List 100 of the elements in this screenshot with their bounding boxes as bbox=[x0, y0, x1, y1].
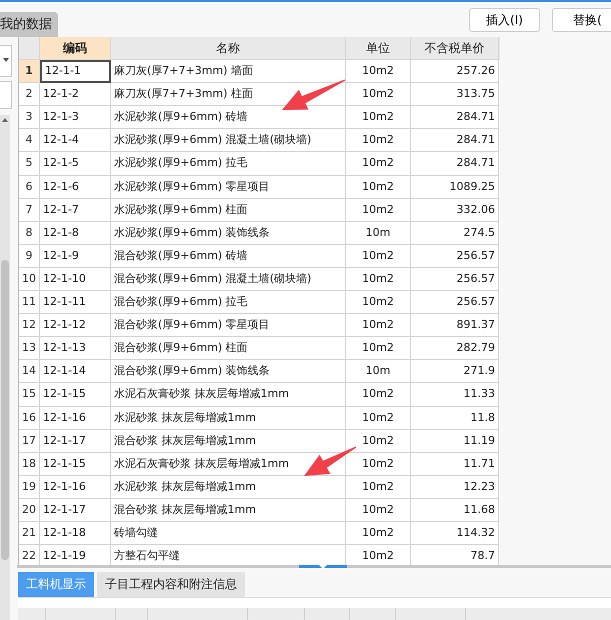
annotation-arrow bbox=[282, 80, 346, 110]
table-cell: 麻刀灰(厚7+7+3mm) 墙面 bbox=[111, 60, 346, 84]
table-cell: 10m bbox=[346, 360, 411, 384]
row-number: 9 bbox=[19, 244, 40, 268]
table-cell: 12-1-3 bbox=[40, 106, 111, 130]
table-cell: 256.57 bbox=[411, 291, 499, 314]
annotation-arrow bbox=[304, 446, 356, 476]
collapse-handle[interactable] bbox=[299, 565, 347, 568]
tab[interactable]: 子目工程内容和附注信息 bbox=[97, 572, 245, 597]
input-field[interactable] bbox=[0, 81, 12, 109]
row-number: 13 bbox=[19, 337, 40, 360]
table-cell: 10m2 bbox=[346, 176, 411, 199]
table-cell: 10m2 bbox=[346, 60, 411, 84]
table-cell: 10m2 bbox=[346, 498, 411, 522]
row-number: 10 bbox=[19, 268, 40, 292]
column-header[interactable]: 名称 bbox=[111, 37, 346, 60]
table-cell: 水泥砂浆(厚9+6mm) 装饰线条 bbox=[111, 222, 346, 245]
table-cell: 水泥砂浆(厚9+6mm) 零星项目 bbox=[111, 176, 346, 199]
table-cell: 284.71 bbox=[411, 106, 499, 130]
column-header[interactable]: 不含税单价 bbox=[411, 37, 499, 60]
table-cell: 10m bbox=[346, 222, 411, 245]
row-number: 20 bbox=[19, 498, 40, 522]
table-cell: 混合砂浆(厚9+6mm) 砖墙 bbox=[111, 244, 346, 268]
tab[interactable]: 我的数据 bbox=[0, 12, 58, 37]
column-header[interactable]: 单位 bbox=[346, 37, 411, 60]
row-number: 3 bbox=[19, 106, 40, 130]
table-cell: 12-1-16 bbox=[40, 406, 111, 430]
column-header[interactable]: 编码 bbox=[40, 37, 111, 60]
table-cell: 12-1-18 bbox=[40, 522, 111, 546]
table-cell: 12-1-17 bbox=[40, 498, 111, 522]
row-number: 8 bbox=[19, 222, 40, 245]
row-number: 14 bbox=[19, 360, 40, 384]
row-number: 4 bbox=[19, 129, 40, 152]
table-cell: 257.26 bbox=[411, 60, 499, 84]
table-cell: 12-1-1 bbox=[40, 60, 111, 84]
table-cell: 12-1-12 bbox=[40, 314, 111, 338]
table-cell: 114.32 bbox=[411, 522, 499, 546]
table-cell: 混合砂浆 抹灰层每增减1mm bbox=[111, 498, 346, 522]
row-number: 2 bbox=[19, 83, 40, 106]
table-cell: 256.57 bbox=[411, 244, 499, 268]
table-cell: 271.9 bbox=[411, 360, 499, 384]
table-cell: 12-1-2 bbox=[40, 83, 111, 106]
table-cell: 10m2 bbox=[346, 106, 411, 130]
table-cell: 水泥砂浆(厚9+6mm) 柱面 bbox=[111, 198, 346, 222]
row-number: 15 bbox=[19, 383, 40, 406]
table-cell: 12-1-14 bbox=[40, 360, 111, 384]
table-cell: 水泥石灰膏砂浆 抹灰层每增减1mm bbox=[111, 383, 346, 406]
scrollbar[interactable] bbox=[0, 115, 10, 620]
table-cell: 891.37 bbox=[411, 314, 499, 338]
table-cell: 水泥砂浆(厚9+6mm) 拉毛 bbox=[111, 152, 346, 176]
row-number: 19 bbox=[19, 476, 40, 499]
table-cell: 11.8 bbox=[411, 406, 499, 430]
table-cell: 混合砂浆(厚9+6mm) 拉毛 bbox=[111, 291, 346, 314]
table-cell: 10m2 bbox=[346, 406, 411, 430]
table-cell: 水泥砂浆 抹灰层每增减1mm bbox=[111, 476, 346, 499]
row-number: 17 bbox=[19, 430, 40, 453]
table-cell: 12-1-4 bbox=[40, 129, 111, 152]
toolbar-button[interactable]: 插入(I) bbox=[469, 8, 540, 32]
table-cell: 砖墙勾缝 bbox=[111, 522, 346, 546]
table-cell: 12-1-9 bbox=[40, 244, 111, 268]
table-cell: 1089.25 bbox=[411, 176, 499, 199]
row-number: 21 bbox=[19, 522, 40, 546]
table-cell: 混合砂浆 抹灰层每增减1mm bbox=[111, 430, 346, 453]
row-number: 18 bbox=[19, 452, 40, 476]
row-number: 11 bbox=[19, 291, 40, 314]
table-cell: 10m2 bbox=[346, 291, 411, 314]
table-cell: 12-1-16 bbox=[40, 476, 111, 499]
table-cell: 12-1-8 bbox=[40, 222, 111, 245]
table-cell: 11.19 bbox=[411, 430, 499, 453]
table-cell: 10m2 bbox=[346, 314, 411, 338]
row-number: 6 bbox=[19, 176, 40, 199]
table-cell: 12-1-10 bbox=[40, 268, 111, 292]
table-cell: 10m2 bbox=[346, 337, 411, 360]
table-cell: 12-1-6 bbox=[40, 176, 111, 199]
table-cell: 12-1-17 bbox=[40, 430, 111, 453]
table-cell: 274.5 bbox=[411, 222, 499, 245]
table-cell: 10m2 bbox=[346, 83, 411, 106]
table-cell: 284.71 bbox=[411, 129, 499, 152]
row-number: 12 bbox=[19, 314, 40, 338]
table-cell: 混合砂浆(厚9+6mm) 混凝土墙(砌块墙) bbox=[111, 268, 346, 292]
table-cell: 12-1-13 bbox=[40, 337, 111, 360]
table-cell: 11.68 bbox=[411, 498, 499, 522]
scroll-up-icon[interactable] bbox=[2, 118, 8, 122]
table-cell: 12-1-15 bbox=[40, 383, 111, 406]
row-number: 5 bbox=[19, 152, 40, 176]
toolbar-button[interactable]: 替换( bbox=[552, 8, 611, 32]
caret-icon bbox=[3, 58, 9, 62]
table-cell: 10m2 bbox=[346, 476, 411, 499]
table-cell: 284.71 bbox=[411, 152, 499, 176]
table-cell: 332.06 bbox=[411, 198, 499, 222]
table-cell: 256.57 bbox=[411, 268, 499, 292]
table-cell: 282.79 bbox=[411, 337, 499, 360]
table-cell: 混合砂浆(厚9+6mm) 零星项目 bbox=[111, 314, 346, 338]
table-cell: 10m2 bbox=[346, 198, 411, 222]
table-cell: 混合砂浆(厚9+6mm) 柱面 bbox=[111, 337, 346, 360]
table-cell: 12-1-7 bbox=[40, 198, 111, 222]
table-cell: 10m2 bbox=[346, 522, 411, 546]
dropdown[interactable] bbox=[0, 45, 12, 77]
table-cell: 11.33 bbox=[411, 383, 499, 406]
table-cell: 12-1-15 bbox=[40, 452, 111, 476]
